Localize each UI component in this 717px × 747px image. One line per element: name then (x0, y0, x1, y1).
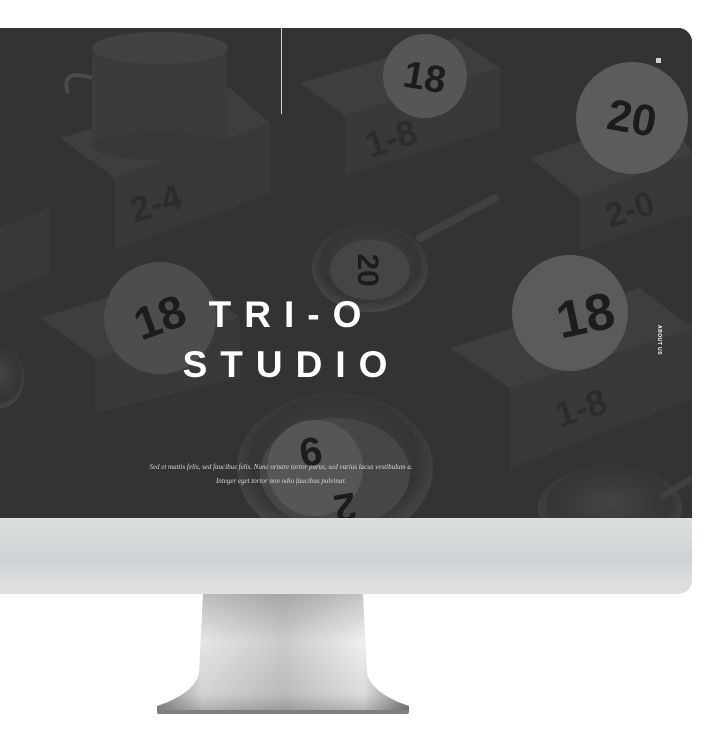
about-us-link[interactable]: ABOUT US (647, 320, 671, 360)
menu-icon[interactable] (656, 58, 661, 63)
hero-title: TRI-O STUDIO (150, 290, 420, 390)
hero-title-line-2: STUDIO (182, 344, 401, 385)
hero-title-line-1: TRI-O (208, 294, 375, 335)
hero-description-line-2: Integer eget tortor non odio faucibus pu… (215, 477, 347, 485)
vertical-divider (281, 28, 282, 114)
website-screen: 2-4 1-8 2-0 1-8 18 20 18 18 20 9 2 TRI-O… (0, 28, 692, 518)
monitor-stand (157, 594, 409, 714)
monitor-frame: 2-4 1-8 2-0 1-8 18 20 18 18 20 9 2 TRI-O… (0, 28, 692, 594)
hero-description: Sed et mattis felis, sed faucibus felis.… (96, 460, 466, 488)
monitor-chin (0, 518, 692, 594)
background-photo: 2-4 1-8 2-0 1-8 18 20 18 18 20 9 2 (0, 28, 692, 518)
hero-description-line-1: Sed et mattis felis, sed faucibus felis.… (149, 463, 413, 471)
